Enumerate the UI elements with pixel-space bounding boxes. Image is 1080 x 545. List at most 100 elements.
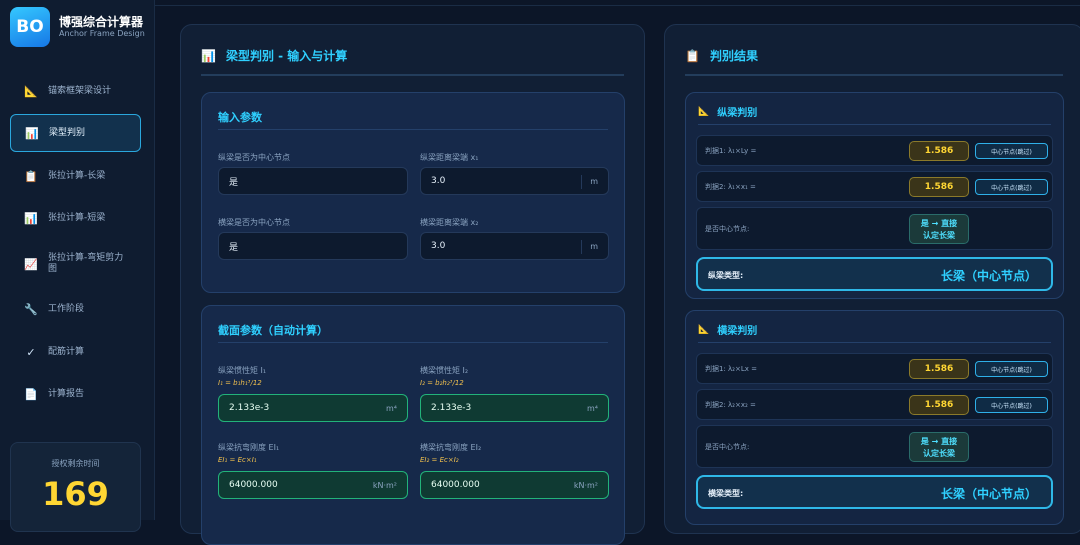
- field-value: 2.133e-3: [431, 403, 472, 413]
- license-box: 授权剩余时间 169: [10, 442, 141, 532]
- criterion-row: 判据2: λ₁×x₁ = 1.586 中心节点(跳过): [696, 171, 1053, 202]
- criterion-row: 判据2: λ₂×x₂ = 1.586 中心节点(跳过): [696, 389, 1053, 420]
- license-label: 授权剩余时间: [51, 459, 100, 468]
- sidebar-item-label: 张拉计算-弯矩剪力图: [48, 253, 124, 274]
- note-line: 是 → 直接: [920, 437, 958, 446]
- sidebar-item-moment-shear[interactable]: 📈 张拉计算-弯矩剪力图: [10, 245, 141, 283]
- top-divider: [155, 0, 1080, 6]
- card-title: 📐 横梁判别: [698, 322, 758, 338]
- beam-type-result: 横梁类型: 长梁（中心节点）: [696, 475, 1053, 509]
- criterion-value: 1.586: [909, 395, 969, 415]
- field-label: 横梁是否为中心节点: [218, 218, 290, 227]
- criterion-label: 判据1: λ₁×Ly =: [705, 147, 757, 155]
- bar-chart-icon: 📊: [201, 48, 216, 63]
- clipboard-icon: 📋: [24, 169, 38, 183]
- sidebar-item-label: 张拉计算-短梁: [48, 212, 106, 223]
- formula-text: EI₁ = Ec×I₁: [218, 456, 257, 464]
- trans-distance-x2-input[interactable]: 3.0 m: [420, 232, 609, 260]
- sidebar-item-label: 工作阶段: [48, 303, 85, 314]
- result-value: 长梁（中心节点）: [940, 269, 1037, 283]
- criterion-label: 判据2: λ₁×x₁ =: [705, 183, 756, 191]
- sidebar-item-label: 锚索框架梁设计: [48, 85, 112, 96]
- status-badge: 中心节点(跳过): [975, 179, 1048, 195]
- divider: [218, 129, 608, 130]
- bar-chart-icon: 📊: [24, 211, 38, 225]
- long-center-node-select[interactable]: 是: [218, 167, 408, 195]
- sidebar-item-beam-type[interactable]: 📊 梁型判别: [10, 114, 141, 152]
- note-line: 是 → 直接: [920, 219, 958, 228]
- field-label: 纵梁抗弯刚度 EI₁: [218, 443, 280, 452]
- criterion-label: 判据2: λ₂×x₂ =: [705, 401, 756, 409]
- unit-label: m: [590, 176, 598, 186]
- center-node-row: 是否中心节点: 是 → 直接 认定长梁: [696, 425, 1053, 468]
- field-label: 横梁距离梁端 x₂: [420, 218, 479, 227]
- divider: [685, 74, 1063, 76]
- sidebar-item-tension-long[interactable]: 📋 张拉计算-长梁: [10, 157, 141, 195]
- result-label: 横梁类型:: [708, 489, 744, 498]
- card-title-text: 纵梁判别: [717, 108, 758, 119]
- field-value: 是: [229, 177, 239, 188]
- status-badge: 中心节点(跳过): [975, 397, 1048, 413]
- result-label: 纵梁类型:: [708, 271, 744, 280]
- divider: [698, 124, 1051, 125]
- center-node-row: 是否中心节点: 是 → 直接 认定长梁: [696, 207, 1053, 250]
- field-label: 纵梁是否为中心节点: [218, 153, 290, 162]
- document-icon: 📄: [24, 387, 38, 401]
- status-badge: 中心节点(跳过): [975, 361, 1048, 377]
- trans-stiffness-ei2-output: 64000.000 kN·m²: [420, 471, 609, 499]
- criterion-value: 1.586: [909, 141, 969, 161]
- longitudinal-result-card: 📐 纵梁判别 判据1: λ₁×Ly = 1.586 中心节点(跳过) 判据2: …: [685, 92, 1064, 299]
- divider: [581, 240, 582, 254]
- card-title: 📐 纵梁判别: [698, 104, 758, 120]
- check-icon: ✓: [26, 345, 36, 359]
- criterion-label: 是否中心节点:: [705, 225, 750, 233]
- status-badge: 中心节点(跳过): [975, 143, 1048, 159]
- note-line: 认定长梁: [923, 231, 955, 240]
- sidebar-item-label: 计算报告: [48, 388, 85, 399]
- panel-title: 📋 判别结果: [685, 47, 758, 64]
- unit-label: m: [590, 241, 598, 251]
- note-line: 认定长梁: [923, 449, 955, 458]
- divider: [218, 342, 608, 343]
- transverse-result-card: 📐 横梁判别 判据1: λ₂×Lx = 1.586 中心节点(跳过) 判据2: …: [685, 310, 1064, 525]
- card-title: 截面参数（自动计算）: [218, 324, 328, 337]
- input-calc-panel: 📊 梁型判别 - 输入与计算 输入参数 纵梁是否为中心节点 是 纵梁距离梁端 x…: [180, 24, 645, 545]
- sidebar-item-anchor-frame-design[interactable]: 📐 锚索框架梁设计: [10, 72, 141, 110]
- sidebar-item-reinforcement[interactable]: ✓ 配筋计算: [10, 333, 141, 371]
- unit-label: m⁴: [386, 403, 397, 413]
- card-title: 输入参数: [218, 111, 262, 124]
- triangle-ruler-icon: 📐: [698, 106, 710, 117]
- clipboard-icon: 📋: [685, 48, 700, 63]
- field-value: 64000.000: [431, 480, 480, 490]
- sidebar-item-work-stage[interactable]: 🔧 工作阶段: [10, 290, 141, 328]
- sidebar-item-label: 配筋计算: [48, 346, 85, 357]
- long-inertia-i1-output: 2.133e-3 m⁴: [218, 394, 408, 422]
- trans-center-node-select[interactable]: 是: [218, 232, 408, 260]
- field-label: 横梁惯性矩 I₂: [420, 366, 469, 375]
- sidebar-item-report[interactable]: 📄 计算报告: [10, 375, 141, 413]
- sidebar-item-label: 张拉计算-长梁: [48, 170, 106, 181]
- panel-title: 📊 梁型判别 - 输入与计算: [201, 47, 347, 64]
- field-value: 是: [229, 242, 239, 253]
- panel-title-text: 判别结果: [709, 49, 758, 63]
- trans-inertia-i2-output: 2.133e-3 m⁴: [420, 394, 609, 422]
- long-distance-x1-input[interactable]: 3.0 m: [420, 167, 609, 195]
- line-chart-icon: 📈: [24, 257, 38, 271]
- panel-title-text: 梁型判别 - 输入与计算: [225, 49, 348, 63]
- license-days-value: 169: [42, 475, 109, 513]
- unit-label: kN·m²: [573, 480, 598, 490]
- bar-chart-icon: 📊: [25, 126, 39, 140]
- field-value: 3.0: [431, 241, 446, 251]
- divider: [698, 342, 1051, 343]
- field-value: 2.133e-3: [229, 403, 270, 413]
- criterion-value: 1.586: [909, 177, 969, 197]
- result-value: 长梁（中心节点）: [940, 487, 1037, 501]
- unit-label: m⁴: [587, 403, 598, 413]
- sidebar-item-tension-short[interactable]: 📊 张拉计算-短梁: [10, 199, 141, 237]
- wrench-icon: 🔧: [24, 302, 38, 316]
- sidebar: BO 博强综合计算器 Anchor Frame Design 📐 锚索框架梁设计…: [0, 0, 155, 532]
- input-params-card: 输入参数 纵梁是否为中心节点 是 纵梁距离梁端 x₁ 3.0 m 横梁是否为中心…: [201, 92, 625, 293]
- criterion-label: 是否中心节点:: [705, 443, 750, 451]
- card-title-text: 横梁判别: [717, 326, 758, 337]
- field-label: 横梁抗弯刚度 EI₂: [420, 443, 482, 452]
